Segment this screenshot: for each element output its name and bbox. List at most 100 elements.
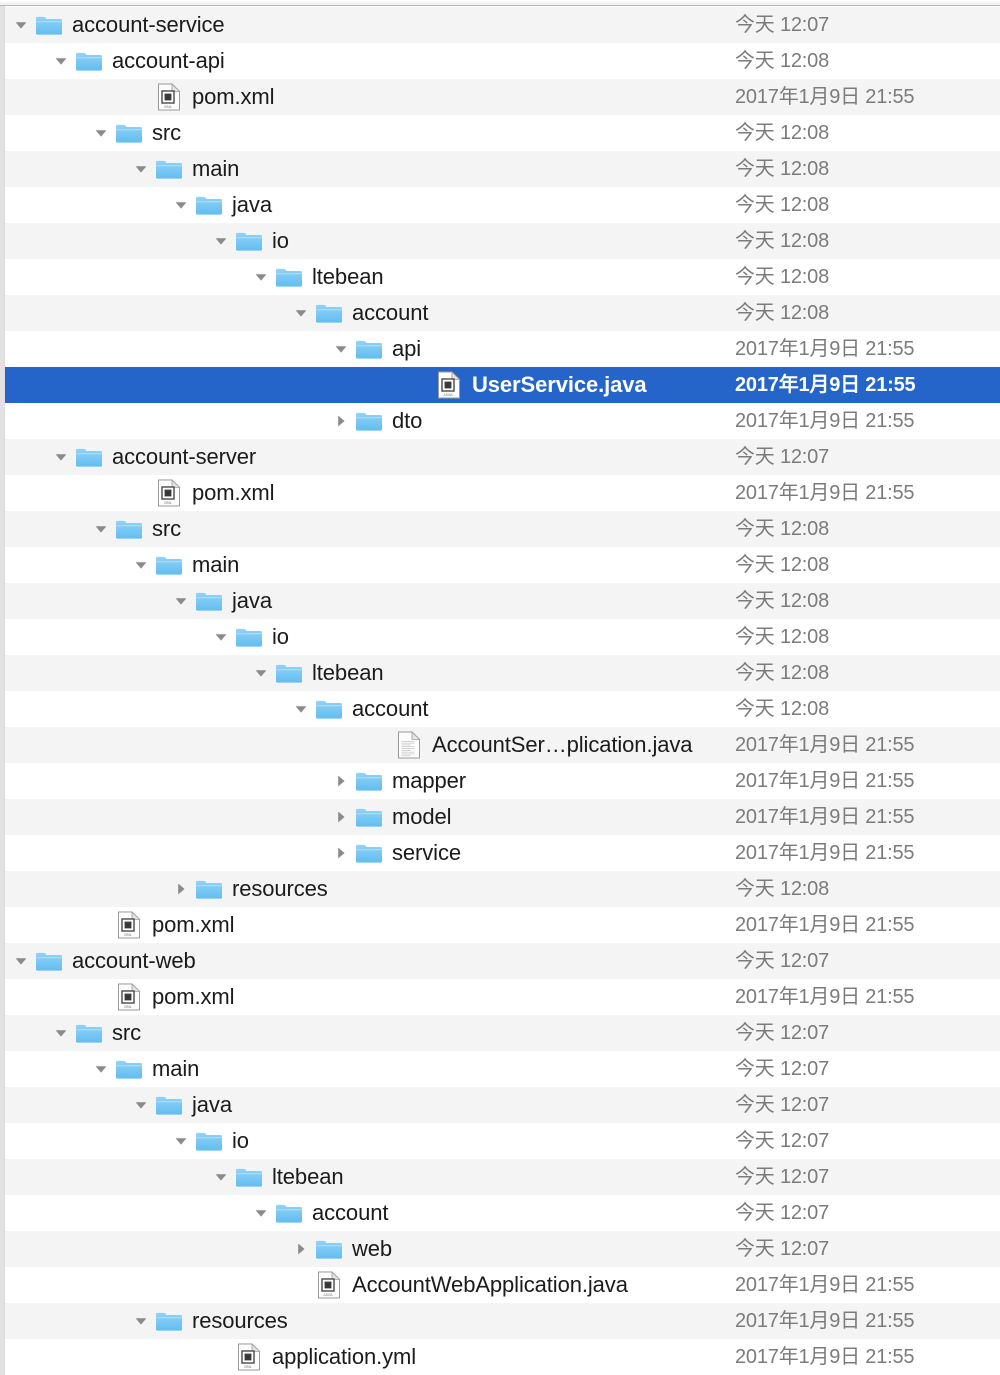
file-tree-row[interactable]: ltebean 今天 12:08 xyxy=(0,655,1000,691)
file-tree-row[interactable]: ltebean 今天 12:07 xyxy=(0,1159,1000,1195)
chevron-down-icon[interactable] xyxy=(8,943,34,979)
file-tree-row-content: XML application.yml xyxy=(208,1339,416,1375)
file-tree-row[interactable]: account 今天 12:08 xyxy=(0,691,1000,727)
file-tree-row[interactable]: account-server 今天 12:07 xyxy=(0,439,1000,475)
file-tree-row[interactable]: api 2017年1月9日 21:55 xyxy=(0,331,1000,367)
chevron-down-icon[interactable] xyxy=(128,547,154,583)
chevron-down-icon[interactable] xyxy=(128,151,154,187)
chevron-down-icon[interactable] xyxy=(168,1123,194,1159)
chevron-down-icon[interactable] xyxy=(248,655,274,691)
file-tree-row[interactable]: main 今天 12:08 xyxy=(0,151,1000,187)
file-tree-row-content: account xyxy=(288,691,428,727)
chevron-down-icon[interactable] xyxy=(208,1159,234,1195)
file-tree-row[interactable]: src 今天 12:08 xyxy=(0,511,1000,547)
chevron-down-icon[interactable] xyxy=(208,223,234,259)
file-tree-row[interactable]: JAVA UserService.java 2017年1月9日 21:55 xyxy=(0,367,1000,403)
chevron-down-icon[interactable] xyxy=(8,7,34,43)
file-tree-row-content: mapper xyxy=(328,763,466,799)
file-name-label: account-api xyxy=(112,48,225,73)
java-file-icon: JAVA xyxy=(314,1267,344,1303)
date-modified-label: 2017年1月9日 21:55 xyxy=(735,986,915,1008)
file-tree-row[interactable]: XML application.yml 2017年1月9日 21:55 xyxy=(0,1339,1000,1375)
file-tree-row[interactable]: io 今天 12:07 xyxy=(0,1123,1000,1159)
file-tree-row[interactable]: mapper 2017年1月9日 21:55 xyxy=(0,763,1000,799)
file-tree-row[interactable]: resources 2017年1月9日 21:55 xyxy=(0,1303,1000,1339)
chevron-right-icon[interactable] xyxy=(328,763,354,799)
date-modified-label: 今天 12:07 xyxy=(735,1022,830,1044)
file-tree-row[interactable]: ltebean 今天 12:08 xyxy=(0,259,1000,295)
folder-icon xyxy=(314,691,344,727)
chevron-right-icon[interactable] xyxy=(328,835,354,871)
chevron-down-icon[interactable] xyxy=(88,1051,114,1087)
chevron-right-icon[interactable] xyxy=(328,799,354,835)
file-tree-row[interactable]: src 今天 12:07 xyxy=(0,1015,1000,1051)
file-tree-row-content: java xyxy=(128,1087,232,1123)
file-tree-row[interactable]: java 今天 12:08 xyxy=(0,583,1000,619)
date-modified-label: 2017年1月9日 21:55 xyxy=(735,410,915,432)
chevron-down-icon[interactable] xyxy=(48,1015,74,1051)
chevron-down-icon[interactable] xyxy=(88,511,114,547)
file-tree-row[interactable]: XML pom.xml 2017年1月9日 21:55 xyxy=(0,79,1000,115)
date-modified-label: 2017年1月9日 21:55 xyxy=(735,770,915,792)
chevron-right-icon[interactable] xyxy=(328,403,354,439)
chevron-down-icon[interactable] xyxy=(288,295,314,331)
date-modified-label: 今天 12:07 xyxy=(735,1202,830,1224)
date-modified-label: 今天 12:08 xyxy=(735,230,830,252)
file-tree-row[interactable]: web 今天 12:07 xyxy=(0,1231,1000,1267)
file-tree-row[interactable]: io 今天 12:08 xyxy=(0,223,1000,259)
chevron-down-icon[interactable] xyxy=(168,187,194,223)
file-tree-row[interactable]: AccountSer…plication.java 2017年1月9日 21:55 xyxy=(0,727,1000,763)
file-name-label: java xyxy=(192,1092,232,1117)
folder-icon xyxy=(354,331,384,367)
chevron-down-icon[interactable] xyxy=(168,583,194,619)
chevron-down-icon[interactable] xyxy=(288,691,314,727)
file-name-label: resources xyxy=(192,1308,288,1333)
file-tree-row[interactable]: XML pom.xml 2017年1月9日 21:55 xyxy=(0,979,1000,1015)
xml-file-icon: XML xyxy=(154,79,184,115)
file-name-label: pom.xml xyxy=(152,912,235,937)
file-tree-row[interactable]: io 今天 12:08 xyxy=(0,619,1000,655)
file-tree-row[interactable]: java 今天 12:08 xyxy=(0,187,1000,223)
file-tree-row[interactable]: XML pom.xml 2017年1月9日 21:55 xyxy=(0,475,1000,511)
file-tree-row[interactable]: resources 今天 12:08 xyxy=(0,871,1000,907)
file-tree-row-content: account xyxy=(288,295,428,331)
file-tree-row[interactable]: main 今天 12:08 xyxy=(0,547,1000,583)
file-tree-row-content: account-service xyxy=(8,7,225,43)
file-tree-row[interactable]: account 今天 12:08 xyxy=(0,295,1000,331)
chevron-down-icon[interactable] xyxy=(88,115,114,151)
file-tree-row-content: src xyxy=(48,1015,141,1051)
date-modified-label: 今天 12:08 xyxy=(735,194,830,216)
file-name-label: main xyxy=(152,1056,200,1081)
chevron-down-icon[interactable] xyxy=(48,43,74,79)
file-tree-row[interactable]: service 2017年1月9日 21:55 xyxy=(0,835,1000,871)
file-tree-row[interactable]: XML pom.xml 2017年1月9日 21:55 xyxy=(0,907,1000,943)
chevron-down-icon[interactable] xyxy=(48,439,74,475)
chevron-down-icon[interactable] xyxy=(208,619,234,655)
xml-file-icon: XML xyxy=(114,907,144,943)
chevron-down-icon[interactable] xyxy=(248,259,274,295)
chevron-down-icon[interactable] xyxy=(128,1087,154,1123)
chevron-down-icon[interactable] xyxy=(128,1303,154,1339)
file-tree-row[interactable]: src 今天 12:08 xyxy=(0,115,1000,151)
file-tree-row[interactable]: account-service 今天 12:07 xyxy=(0,7,1000,43)
file-tree-row[interactable]: JAVA AccountWebApplication.java 2017年1月9日 … xyxy=(0,1267,1000,1303)
file-tree-row[interactable]: dto 2017年1月9日 21:55 xyxy=(0,403,1000,439)
file-tree-row[interactable]: account 今天 12:07 xyxy=(0,1195,1000,1231)
file-tree-row[interactable]: account-api 今天 12:08 xyxy=(0,43,1000,79)
date-modified-label: 今天 12:07 xyxy=(735,1130,830,1152)
chevron-right-icon[interactable] xyxy=(288,1231,314,1267)
file-tree-row[interactable]: java 今天 12:07 xyxy=(0,1087,1000,1123)
chevron-down-icon[interactable] xyxy=(328,331,354,367)
file-tree-row[interactable]: model 2017年1月9日 21:55 xyxy=(0,799,1000,835)
file-tree-row[interactable]: account-web 今天 12:07 xyxy=(0,943,1000,979)
file-name-label: AccountWebApplication.java xyxy=(352,1272,628,1297)
folder-icon xyxy=(234,223,264,259)
chevron-right-icon[interactable] xyxy=(168,871,194,907)
chevron-down-icon[interactable] xyxy=(248,1195,274,1231)
file-tree-view: account-service 今天 12:07 account-api 今天 12:… xyxy=(0,0,1000,1375)
file-name-label: account xyxy=(352,696,429,721)
file-name-label: java xyxy=(232,588,272,613)
file-name-label: pom.xml xyxy=(152,984,235,1009)
date-modified-label: 2017年1月9日 21:55 xyxy=(735,338,915,360)
file-tree-row[interactable]: main 今天 12:07 xyxy=(0,1051,1000,1087)
